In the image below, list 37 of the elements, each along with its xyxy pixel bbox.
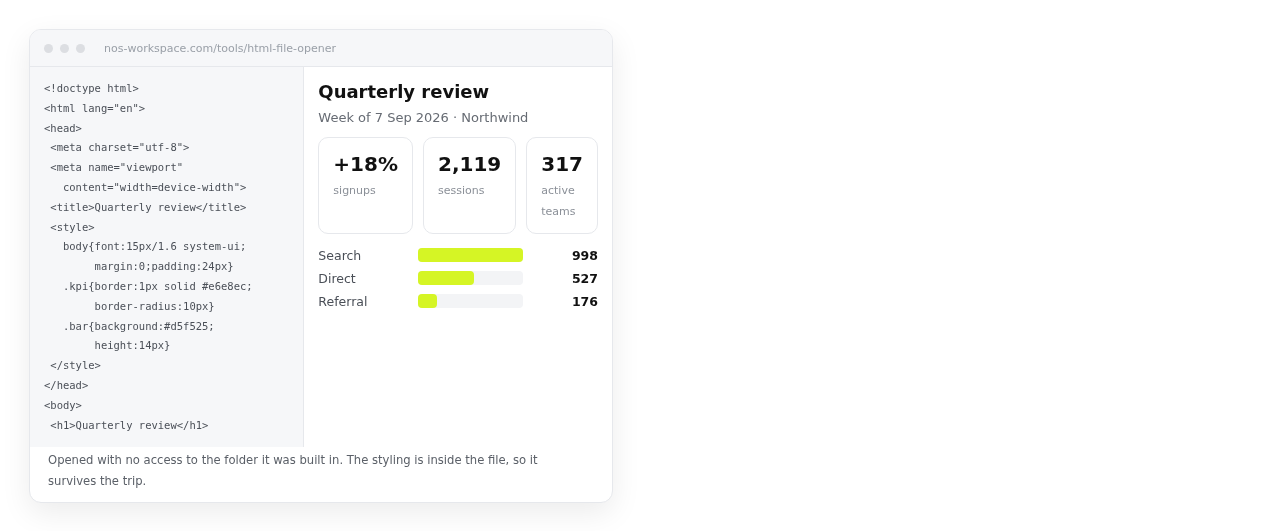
bar-value: 527 [571, 270, 598, 286]
code-line: <style> [49, 219, 95, 235]
code-line: <meta charset="utf-8"> [49, 140, 190, 156]
kpi-label: signups [333, 183, 377, 199]
bar-value: 176 [571, 293, 598, 309]
code-line: </head> [44, 377, 89, 393]
window-dot-icon [60, 43, 69, 53]
code-line: content="width=device-width"> [61, 180, 247, 195]
preview-heading: Quarterly review [318, 81, 490, 102]
kpi-value: +18% [333, 152, 398, 176]
code-line: body{font:15px/1.6 system-ui; [61, 239, 247, 255]
window-dot-icon [44, 43, 53, 53]
code-line: .bar{background:#d5f525; [61, 318, 215, 334]
code-line: <html lang="en"> [44, 100, 146, 116]
kpi-label: active teams [541, 183, 577, 220]
code-line: <h1>Quarterly review</h1> [49, 417, 209, 433]
code-line: </style> [49, 358, 101, 374]
window-dot-icon [76, 43, 85, 53]
code-line: border-radius:10px} [93, 298, 215, 314]
bar-label: Search [318, 247, 363, 263]
bar-label: Referral [318, 293, 369, 309]
caption-text: Opened with no access to the folder it was built in. The styling is inside the file, so it survives the trip. [47, 452, 539, 490]
code-line: <title>Quarterly review</title> [49, 199, 247, 215]
code-line: margin:0;padding:24px} [93, 259, 234, 275]
kpi-value: 2,119 [438, 152, 502, 176]
code-line: height:14px} [93, 338, 171, 354]
preview-subtitle: Week of 7 Sep 2026 · Northwind [318, 110, 529, 125]
bar-label: Direct [318, 270, 357, 286]
bar-value: 998 [571, 247, 598, 263]
code-line: .kpi{border:1px solid #e6e8ec; [61, 278, 253, 294]
code-line: <!doctype html> [44, 81, 139, 96]
kpi-label: sessions [438, 183, 486, 199]
address-text: nos-workspace.com/tools/html-file-opener [104, 41, 336, 55]
code-line: <meta name="viewport" [49, 160, 184, 176]
kpi-value: 317 [541, 152, 583, 176]
code-line: <body> [44, 397, 82, 413]
code-line: <head> [44, 120, 82, 136]
